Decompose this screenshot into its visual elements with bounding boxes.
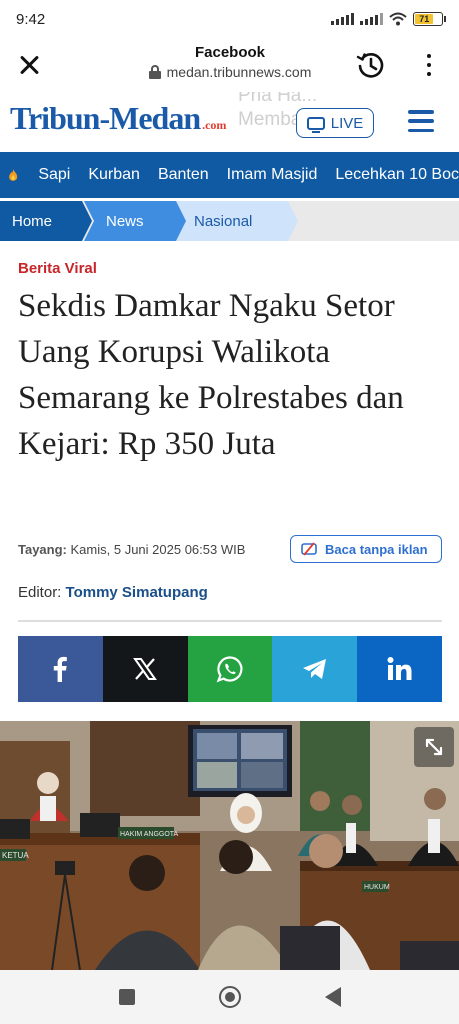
share-buttons [18,636,442,702]
nameplate-hakim: HAKIM ANGGOTA [120,831,179,838]
publish-info: Tayang: Kamis, 5 Juni 2025 06:53 WIB [18,542,245,557]
linkedin-icon [387,657,412,680]
home-icon[interactable] [218,986,241,1008]
share-x-button[interactable] [102,636,188,702]
ad-free-button[interactable]: Baca tanpa iklan [290,535,442,563]
site-logo[interactable]: Tribun-Medan .com [10,100,226,137]
hamburger-menu-icon[interactable] [408,110,434,132]
site-header: Pria Ha... Memba... Tribun-Medan .com LI… [0,92,459,152]
battery-level: 71 [415,14,434,24]
browser-address[interactable]: Facebook medan.tribunnews.com [120,44,340,80]
nameplate-ketua: KETUA [2,851,29,860]
share-whatsapp-button[interactable] [187,636,273,702]
status-icons: 71 [331,12,446,26]
article-photo[interactable]: KETUA HAKIM ANGGOTA HUKUM [0,721,459,970]
live-label: LIVE [330,114,364,132]
nameplate-hukum: HUKUM [364,884,390,891]
browser-url-row: medan.tribunnews.com [120,64,340,80]
x-icon [133,658,158,680]
trending-topics-bar: Sapi Kurban Banten Imam Masjid Lecehkan … [0,152,459,198]
ad-free-label: Baca tanpa iklan [325,541,428,557]
share-linkedin-button[interactable] [357,636,442,702]
status-time: 9:42 [16,10,46,28]
share-telegram-button[interactable] [272,636,358,702]
breadcrumb: Home News Nasional [0,201,459,241]
tv-icon [306,116,325,133]
logo-suffix: .com [202,118,227,132]
editor-info: Editor: Tommy Simatupang [18,584,208,601]
publish-date: Kamis, 5 Juni 2025 06:53 WIB [70,542,246,557]
whatsapp-icon [216,656,243,683]
breadcrumb-home[interactable]: Home [0,201,92,241]
battery-icon: 71 [413,12,446,26]
history-icon[interactable] [356,50,386,80]
browser-toolbar: Facebook medan.tribunnews.com [0,38,459,92]
lock-icon [148,65,161,79]
share-facebook-button[interactable] [18,636,103,702]
expand-icon[interactable] [414,727,454,767]
topic-item[interactable]: Lecehkan 10 Boc [335,166,459,184]
telegram-icon [302,659,326,679]
fullscreen-arrows-icon [425,738,443,756]
no-ads-icon [301,542,317,556]
status-bar: 9:42 71 [0,0,459,38]
publish-label: Tayang: [18,542,67,557]
courtroom-image: KETUA HAKIM ANGGOTA HUKUM [0,721,459,970]
topic-item[interactable]: Banten [158,166,209,184]
topic-item[interactable]: Sapi [38,166,70,184]
close-icon[interactable] [16,52,42,78]
breadcrumb-nasional[interactable]: Nasional [176,201,298,241]
editor-label: Editor: [18,584,62,601]
browser-url: medan.tribunnews.com [166,64,312,80]
logo-text: Tribun-Medan [10,100,201,136]
topic-item[interactable]: Imam Masjid [227,166,318,184]
back-icon[interactable] [324,987,341,1007]
signal-icon [331,13,354,25]
article-category[interactable]: Berita Viral [18,260,97,277]
more-options-icon[interactable] [420,54,438,76]
editor-name[interactable]: Tommy Simatupang [66,584,208,601]
topic-item[interactable]: Kurban [88,166,140,184]
facebook-icon [54,656,68,682]
system-navigation-bar [0,970,459,1024]
divider [18,620,442,622]
wifi-icon [389,12,407,26]
signal-icon-2 [360,13,383,25]
browser-title: Facebook [194,44,266,61]
fire-icon [9,169,18,181]
live-button[interactable]: LIVE [296,108,374,138]
article-headline: Sekdis Damkar Ngaku Setor Uang Korupsi W… [18,288,404,462]
breadcrumb-news[interactable]: News [84,201,186,241]
recent-apps-icon[interactable] [118,989,135,1005]
